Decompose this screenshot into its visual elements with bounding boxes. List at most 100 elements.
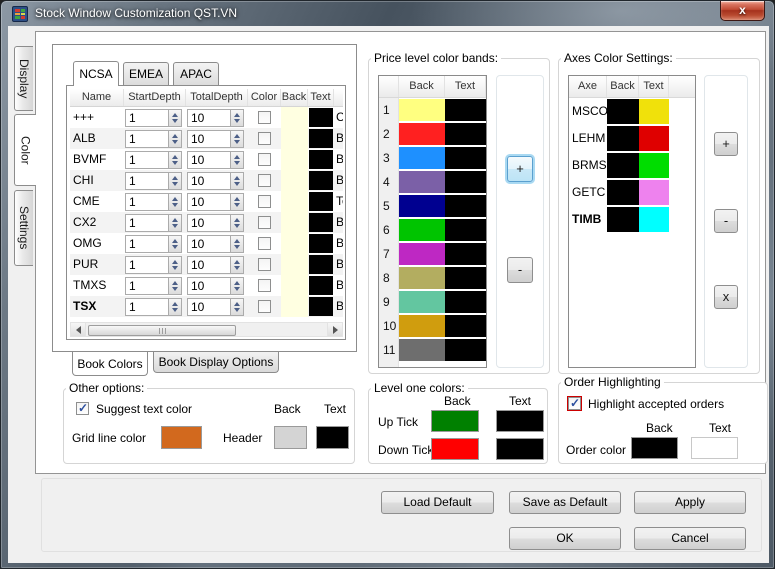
- spinner-value[interactable]: 1: [126, 236, 168, 252]
- startdepth-spinner[interactable]: 1: [125, 150, 182, 169]
- color-checkbox[interactable]: [258, 195, 271, 208]
- cancel-button[interactable]: Cancel: [634, 527, 746, 550]
- apply-button[interactable]: Apply: [634, 491, 746, 514]
- spinner-down-icon[interactable]: [172, 139, 178, 144]
- highlight-accepted-orders-checkbox[interactable]: [567, 396, 582, 411]
- exchange-row[interactable]: +++ 1 10 C: [70, 107, 343, 128]
- exchange-row[interactable]: TSX 1 10 B: [70, 296, 343, 317]
- band-back-swatch[interactable]: [399, 195, 445, 217]
- spinner-value[interactable]: 10: [188, 215, 230, 231]
- spinner-up-icon[interactable]: [172, 154, 178, 159]
- spinner-up-icon[interactable]: [234, 259, 240, 264]
- band-back-swatch[interactable]: [399, 171, 445, 193]
- axes-delete-button[interactable]: x: [714, 285, 738, 309]
- axis-back-swatch[interactable]: [607, 207, 639, 232]
- spinner-buttons[interactable]: [230, 298, 243, 315]
- text-color-swatch[interactable]: [308, 254, 334, 275]
- spinner-value[interactable]: 10: [188, 152, 230, 168]
- text-color-swatch[interactable]: [308, 233, 334, 254]
- axes-remove-button[interactable]: -: [714, 209, 738, 233]
- title-bar[interactable]: Stock Window Customization QST.VN x: [1, 1, 774, 26]
- spinner-down-icon[interactable]: [234, 181, 240, 186]
- color-checkbox[interactable]: [258, 153, 271, 166]
- spinner-down-icon[interactable]: [234, 160, 240, 165]
- spinner-value[interactable]: 1: [126, 215, 168, 231]
- color-checkbox[interactable]: [258, 258, 271, 271]
- down-tick-text-swatch[interactable]: [496, 438, 544, 460]
- spinner-value[interactable]: 1: [126, 152, 168, 168]
- spinner-down-icon[interactable]: [234, 139, 240, 144]
- down-tick-back-swatch[interactable]: [431, 438, 479, 460]
- price-band-row[interactable]: 7: [379, 242, 486, 266]
- spinner-down-icon[interactable]: [172, 160, 178, 165]
- spinner-value[interactable]: 10: [188, 131, 230, 147]
- startdepth-spinner[interactable]: 1: [125, 213, 182, 232]
- spinner-down-icon[interactable]: [172, 286, 178, 291]
- spinner-value[interactable]: 1: [126, 173, 168, 189]
- spinner-buttons[interactable]: [230, 235, 243, 252]
- price-band-row[interactable]: 6: [379, 218, 486, 242]
- up-tick-back-swatch[interactable]: [431, 410, 479, 432]
- spinner-value[interactable]: 1: [126, 131, 168, 147]
- price-band-row[interactable]: 9: [379, 290, 486, 314]
- color-checkbox[interactable]: [258, 111, 271, 124]
- back-color-swatch[interactable]: [281, 275, 308, 296]
- spinner-buttons[interactable]: [168, 109, 181, 126]
- price-band-row[interactable]: 11: [379, 338, 486, 362]
- price-band-row[interactable]: 5: [379, 194, 486, 218]
- ok-button[interactable]: OK: [509, 527, 621, 550]
- spinner-buttons[interactable]: [168, 130, 181, 147]
- spinner-down-icon[interactable]: [172, 244, 178, 249]
- band-back-swatch[interactable]: [399, 147, 445, 169]
- band-back-swatch[interactable]: [399, 219, 445, 241]
- load-default-button[interactable]: Load Default: [381, 491, 494, 514]
- tab-apac[interactable]: APAC: [173, 62, 219, 85]
- spinner-down-icon[interactable]: [172, 223, 178, 228]
- axis-row[interactable]: BRMS: [569, 152, 695, 179]
- spinner-value[interactable]: 1: [126, 194, 168, 210]
- totaldepth-spinner[interactable]: 10: [187, 213, 244, 232]
- band-text-swatch[interactable]: [445, 195, 486, 217]
- spinner-down-icon[interactable]: [234, 265, 240, 270]
- text-color-swatch[interactable]: [308, 107, 334, 128]
- spinner-buttons[interactable]: [230, 214, 243, 231]
- back-color-swatch[interactable]: [281, 128, 308, 149]
- axis-back-swatch[interactable]: [607, 180, 639, 205]
- spinner-buttons[interactable]: [230, 151, 243, 168]
- grid-line-color-swatch[interactable]: [161, 426, 202, 449]
- spinner-up-icon[interactable]: [172, 217, 178, 222]
- axis-row[interactable]: GETC: [569, 179, 695, 206]
- tab-emea[interactable]: EMEA: [123, 62, 169, 85]
- spinner-value[interactable]: 10: [188, 236, 230, 252]
- band-back-swatch[interactable]: [399, 339, 445, 361]
- spinner-down-icon[interactable]: [234, 286, 240, 291]
- band-text-swatch[interactable]: [445, 291, 486, 313]
- back-color-swatch[interactable]: [281, 107, 308, 128]
- totaldepth-spinner[interactable]: 10: [187, 150, 244, 169]
- spinner-down-icon[interactable]: [172, 265, 178, 270]
- spinner-up-icon[interactable]: [234, 112, 240, 117]
- spinner-down-icon[interactable]: [234, 118, 240, 123]
- spinner-up-icon[interactable]: [234, 238, 240, 243]
- color-checkbox[interactable]: [258, 237, 271, 250]
- exchange-row[interactable]: BVMF 1 10 B: [70, 149, 343, 170]
- save-as-default-button[interactable]: Save as Default: [509, 491, 621, 514]
- spinner-up-icon[interactable]: [234, 175, 240, 180]
- band-text-swatch[interactable]: [445, 99, 486, 121]
- startdepth-spinner[interactable]: 1: [125, 108, 182, 127]
- back-color-swatch[interactable]: [281, 296, 308, 317]
- exchange-row[interactable]: OMG 1 10 B: [70, 233, 343, 254]
- header-back-swatch[interactable]: [274, 426, 307, 449]
- spinner-down-icon[interactable]: [172, 307, 178, 312]
- totaldepth-spinner[interactable]: 10: [187, 129, 244, 148]
- color-checkbox[interactable]: [258, 174, 271, 187]
- price-band-row[interactable]: 4: [379, 170, 486, 194]
- price-band-row[interactable]: 3: [379, 146, 486, 170]
- scrollbar-thumb[interactable]: [88, 325, 236, 336]
- text-color-swatch[interactable]: [308, 275, 334, 296]
- spinner-value[interactable]: 1: [126, 299, 168, 315]
- band-text-swatch[interactable]: [445, 171, 486, 193]
- spinner-buttons[interactable]: [230, 193, 243, 210]
- exchange-row[interactable]: CHI 1 10 B: [70, 170, 343, 191]
- spinner-down-icon[interactable]: [172, 181, 178, 186]
